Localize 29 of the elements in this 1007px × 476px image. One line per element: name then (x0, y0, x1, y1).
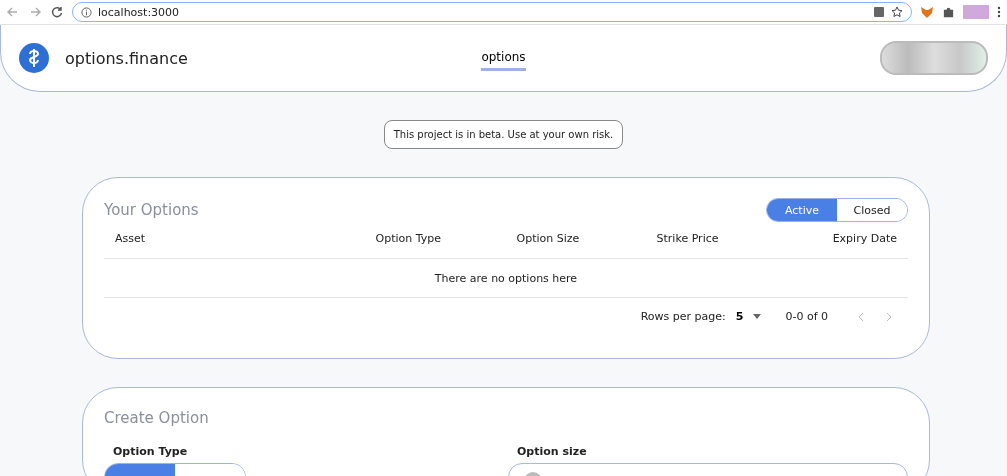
column-header: Asset (115, 232, 147, 245)
beta-notice: This project is in beta. Use at your own risk. (383, 120, 624, 149)
back-icon[interactable] (6, 5, 20, 19)
forward-icon[interactable] (28, 5, 42, 19)
menu-icon[interactable] (997, 6, 1001, 18)
field-label: Option size (517, 445, 588, 458)
rows-per-page-label: Rows per page: (640, 310, 726, 323)
star-icon[interactable] (891, 6, 903, 18)
column-header: Expiry Date (831, 232, 897, 245)
reload-icon[interactable] (50, 5, 64, 19)
chevron-right-icon (886, 311, 892, 322)
brand-name: options.finance (65, 48, 188, 68)
logo-icon (19, 43, 49, 73)
info-icon (81, 6, 92, 18)
card-title: Your Options (104, 201, 199, 219)
rows-per-page-select[interactable]: 5 (735, 310, 762, 323)
blurred-account-button[interactable] (880, 41, 988, 75)
column-header: Option Type (374, 232, 442, 245)
column-header: Option Size (515, 232, 581, 245)
filter-tab[interactable]: Active (767, 199, 837, 221)
caret-icon (753, 314, 762, 319)
chevron-left-icon (858, 311, 864, 322)
field-label: Option Type (113, 445, 189, 458)
nav-tab[interactable]: options (481, 45, 526, 71)
page-range: 0-0 of 0 (785, 310, 828, 323)
column-header: Strike Price (655, 232, 720, 245)
fox-icon[interactable] (920, 5, 934, 19)
card-title: Create Option (104, 409, 209, 427)
empty-message: There are no options here (104, 259, 908, 298)
